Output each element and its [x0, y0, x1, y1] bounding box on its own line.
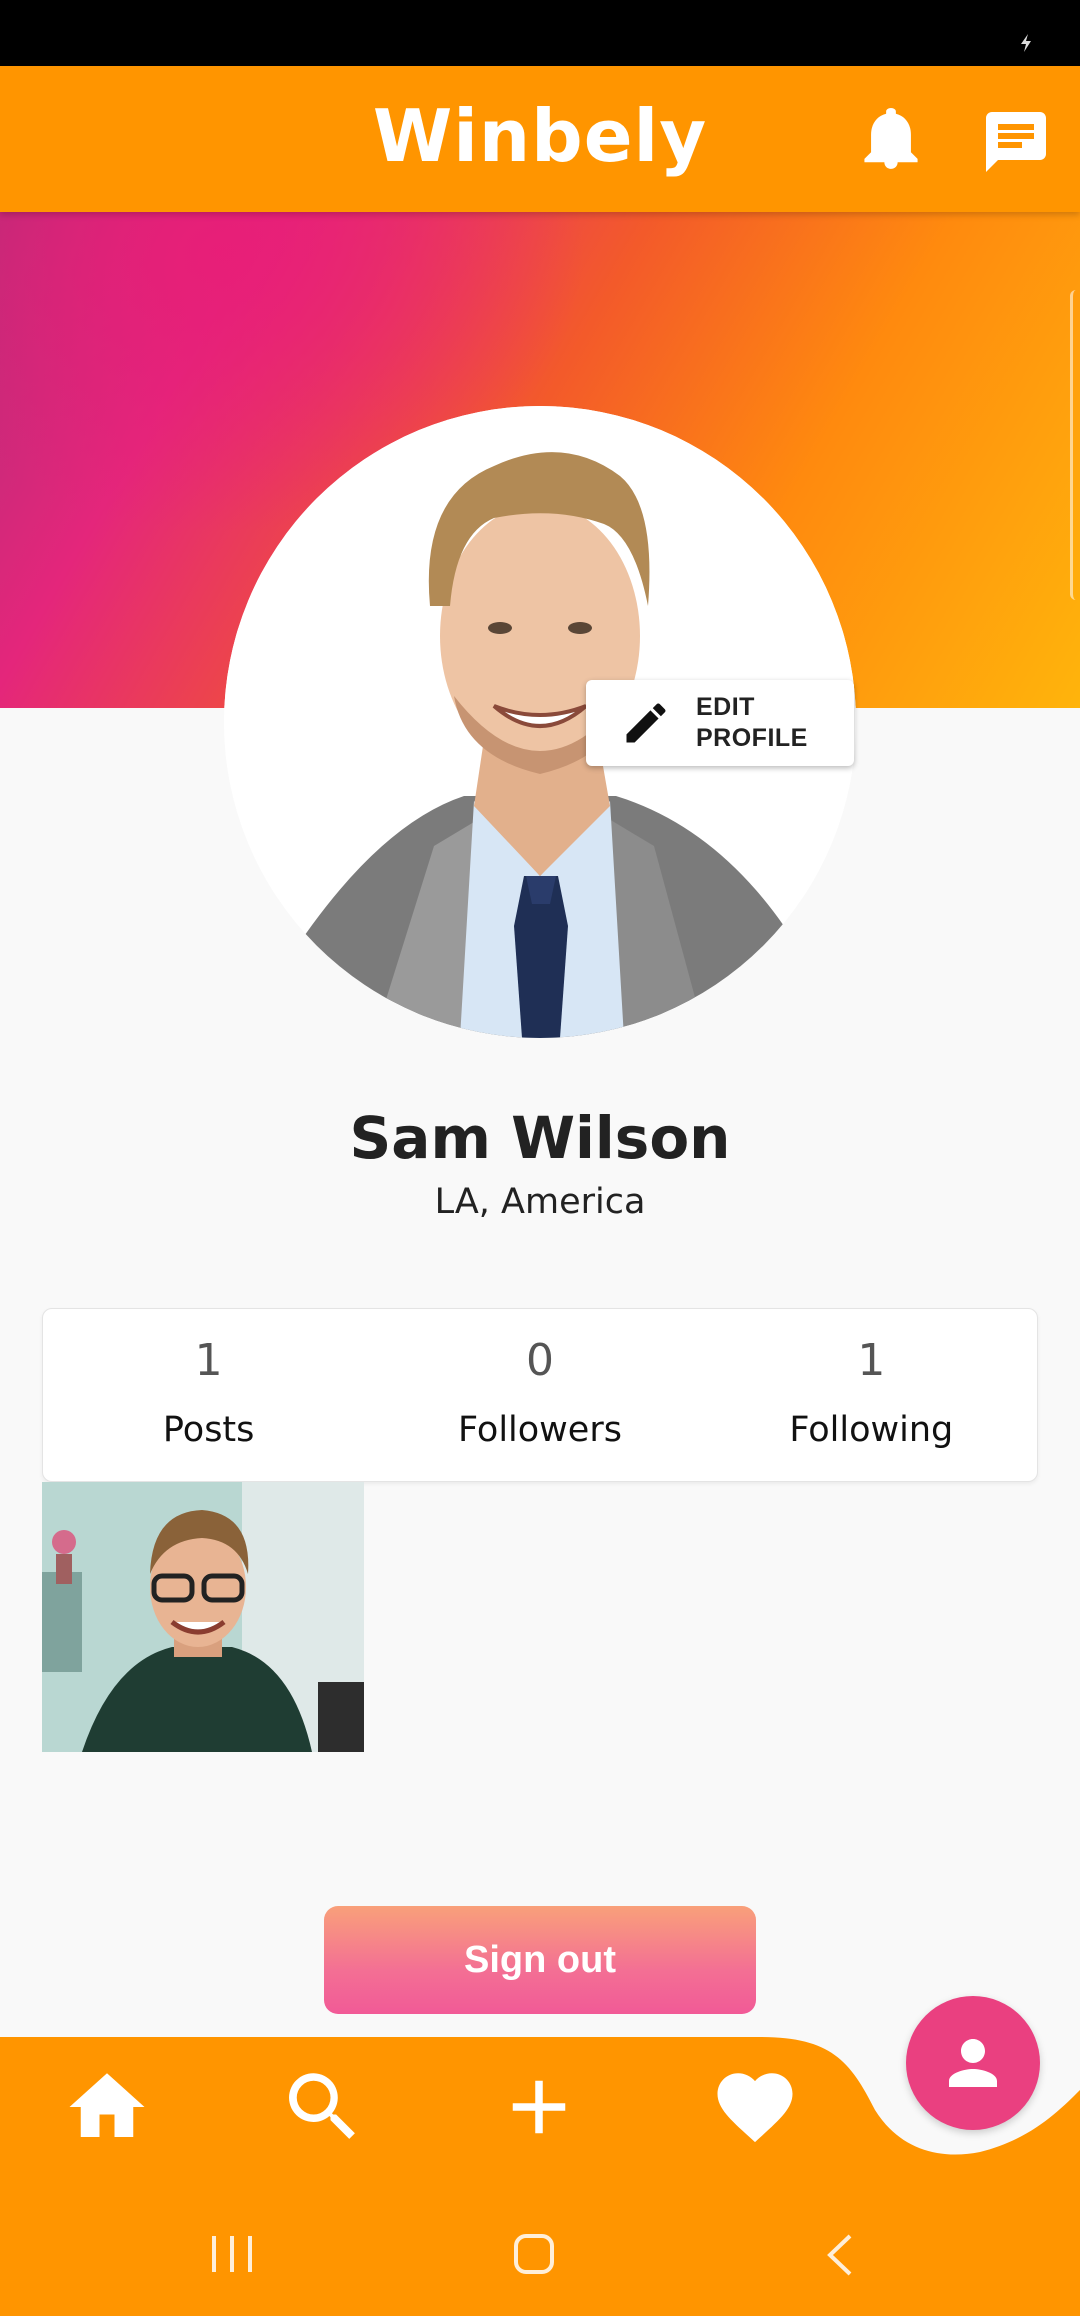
profile-fab[interactable]: [906, 1996, 1040, 2130]
stat-value: 1: [194, 1335, 223, 1386]
profile-name: Sam Wilson: [349, 1104, 731, 1172]
charging-icon: [1021, 34, 1031, 52]
stat-posts[interactable]: 1 Posts: [43, 1309, 374, 1481]
edit-profile-button[interactable]: EDIT PROFILE: [586, 680, 854, 766]
stat-following[interactable]: 1 Following: [706, 1309, 1037, 1481]
pencil-icon: [626, 703, 666, 743]
heart-icon[interactable]: [710, 2062, 800, 2152]
stat-label: Followers: [458, 1410, 622, 1450]
stats-card: 1 Posts 0 Followers 1 Following: [42, 1308, 1038, 1482]
post-thumbnail[interactable]: [42, 1482, 364, 1752]
home-button-icon[interactable]: [512, 2232, 556, 2276]
sign-out-button[interactable]: Sign out: [324, 1906, 756, 2014]
edit-profile-label: EDIT PROFILE: [696, 693, 808, 752]
chat-icon[interactable]: [986, 112, 1046, 172]
stat-value: 1: [857, 1335, 886, 1386]
stat-followers[interactable]: 0 Followers: [374, 1309, 705, 1481]
home-icon[interactable]: [62, 2062, 152, 2152]
stat-label: Following: [789, 1410, 954, 1450]
back-icon[interactable]: [822, 2232, 856, 2278]
recent-apps-icon[interactable]: [208, 2232, 256, 2276]
profile-icon: [949, 2039, 997, 2087]
search-icon[interactable]: [278, 2062, 368, 2152]
stat-label: Posts: [162, 1410, 255, 1450]
app-bar: Winbely: [0, 66, 1080, 212]
scroll-indicator: [1070, 290, 1080, 600]
post-image: [42, 1482, 364, 1752]
profile-location: LA, America: [434, 1182, 646, 1222]
bell-icon[interactable]: [864, 108, 918, 170]
app-title: Winbely: [372, 94, 708, 178]
status-bar: [0, 0, 1080, 66]
stat-value: 0: [525, 1335, 554, 1386]
add-icon[interactable]: [494, 2062, 584, 2152]
